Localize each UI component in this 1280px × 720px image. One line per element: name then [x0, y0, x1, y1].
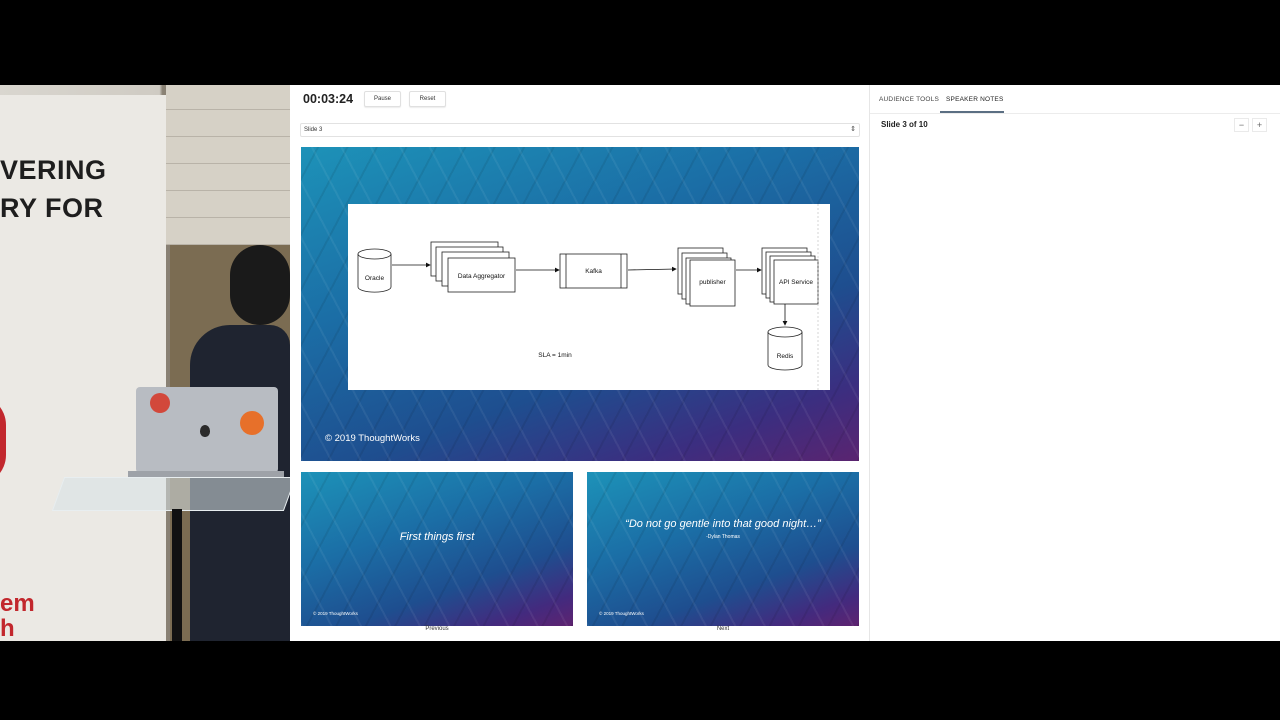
elapsed-timer: 00:03:24 — [303, 92, 354, 106]
previous-label: Previous — [425, 626, 449, 632]
slide-select[interactable]: Slide 3 ⇕ — [300, 123, 860, 137]
data-aggregator-box: Data Aggregator — [430, 241, 516, 293]
architecture-diagram: Oracle Data Aggregator Kafka publisher A… — [348, 204, 830, 390]
presenter-main-pane: 00:03:24 Pause Reset Slide 3 ⇕ Oracle Da… — [290, 85, 870, 641]
slide-copyright: © 2019 ThoughtWorks — [325, 433, 420, 444]
podium-stand — [172, 509, 182, 641]
laptop — [136, 387, 278, 473]
kafka-label: Kafka — [585, 268, 602, 275]
sla-label: SLA = 1min — [538, 352, 572, 359]
banner-line-1: VERING — [0, 155, 107, 185]
apple-logo-icon — [200, 425, 210, 437]
next-label: Next — [716, 626, 730, 632]
select-arrows-icon: ⇕ — [850, 126, 856, 133]
decrease-font-button[interactable]: − — [1234, 118, 1249, 132]
event-banner: VERING RY FOR em h — [0, 95, 166, 641]
arrow-kafka-publisher — [627, 266, 677, 272]
banner-line-2: RY FOR — [0, 193, 104, 223]
pause-button[interactable]: Pause — [364, 91, 401, 107]
active-tab-indicator — [940, 111, 1004, 113]
speaker-head — [230, 245, 290, 325]
publisher-label: publisher — [699, 279, 726, 286]
thumb-background — [587, 472, 859, 626]
camera-feed: VERING RY FOR em h — [0, 85, 290, 641]
redis-db-icon: Redis — [767, 326, 803, 371]
podium — [51, 477, 290, 511]
data-aggregator-label: Data Aggregator — [458, 273, 506, 280]
redis-label: Redis — [777, 353, 794, 360]
api-service-label: API Service — [779, 279, 813, 286]
next-slide-title: “Do not go gentle into that good night…” — [625, 518, 821, 530]
presenter-view: 00:03:24 Pause Reset Slide 3 ⇕ Oracle Da… — [290, 85, 1280, 641]
firefox-sticker-icon — [240, 411, 264, 435]
publisher-box: publisher — [677, 247, 736, 307]
brick-wall — [166, 85, 290, 245]
tab-audience-tools[interactable]: AUDIENCE TOOLS — [879, 96, 939, 103]
thumb-background — [301, 472, 573, 626]
plus-icon: + — [1256, 120, 1263, 130]
oracle-label: Oracle — [365, 275, 385, 282]
previous-slide-copyright: © 2019 ThoughtWorks — [313, 611, 358, 616]
oracle-db-icon: Oracle — [357, 248, 392, 293]
increase-font-button[interactable]: + — [1252, 118, 1267, 132]
tab-bar: AUDIENCE TOOLS SPEAKER NOTES — [870, 85, 1280, 114]
video-frame: VERING RY FOR em h 00:03:24 Pause Reset … — [0, 0, 1280, 720]
banner-red-logo — [0, 395, 6, 485]
next-slide-subtitle: -Dylan Thomas — [706, 534, 740, 540]
banner-red-line-1: em — [0, 590, 35, 617]
next-slide-copyright: © 2019 ThoughtWorks — [599, 611, 644, 616]
diagram-svg: Oracle Data Aggregator Kafka publisher A… — [357, 204, 819, 390]
previous-slide-thumbnail[interactable]: First things first © 2019 ThoughtWorks — [301, 472, 573, 626]
tab-speaker-notes[interactable]: SPEAKER NOTES — [946, 96, 1004, 103]
next-slide-thumbnail[interactable]: “Do not go gentle into that good night…”… — [587, 472, 859, 626]
kafka-box: Kafka — [559, 253, 628, 289]
api-service-box: API Service — [761, 247, 819, 305]
notes-pane: AUDIENCE TOOLS SPEAKER NOTES Slide 3 of … — [870, 85, 1280, 641]
previous-slide-title: First things first — [399, 531, 475, 543]
banner-red-line-2: h — [0, 615, 15, 641]
minus-icon: − — [1238, 120, 1245, 130]
reset-button[interactable]: Reset — [409, 91, 446, 107]
slide-select-value: Slide 3 — [304, 127, 323, 133]
slide-counter: Slide 3 of 10 — [881, 120, 928, 129]
laptop-sticker — [150, 393, 170, 413]
current-slide: Oracle Data Aggregator Kafka publisher A… — [301, 147, 859, 461]
